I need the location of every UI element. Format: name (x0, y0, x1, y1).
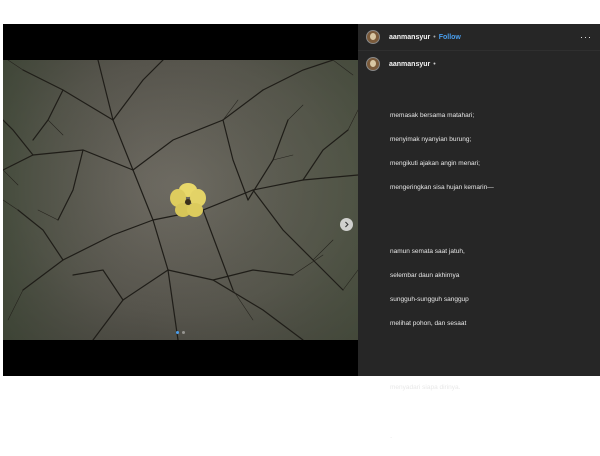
caption-avatar[interactable] (366, 57, 380, 71)
media-viewer (3, 24, 358, 376)
header-separator: • (433, 33, 436, 41)
caption-header: aanmansyur • (358, 51, 600, 71)
chevron-right-icon (345, 221, 349, 228)
caption-stanza-2: namun semata saat jatuh, selembar daun a… (390, 232, 494, 344)
post-modal: aanmansyur • Follow ··· aanmansyur • mem… (3, 24, 600, 440)
caption-line: mengikuti ajakan angin menari; (390, 160, 480, 167)
post-header: aanmansyur • Follow ··· (358, 24, 600, 51)
caption-user-suffix: • (433, 60, 436, 68)
more-icon[interactable]: ··· (580, 32, 592, 42)
carousel-indicator (3, 331, 358, 334)
caption-username[interactable]: aanmansyur (389, 61, 430, 68)
caption-line: sungguh-sungguh sanggup (390, 296, 469, 303)
caption-end-mark: . (390, 431, 393, 440)
post-side-panel: aanmansyur • Follow ··· aanmansyur • mem… (358, 24, 600, 440)
caption-line: menyadari siapa dirinya. (390, 384, 461, 391)
caption-line: memasak bersama matahari; (390, 112, 475, 119)
caption-line: melihat pohon, dan sesaat (390, 320, 467, 327)
post-photo[interactable] (3, 60, 358, 340)
caption-stanza-3: menyadari siapa dirinya. (390, 368, 494, 408)
caption-stanza-1: memasak bersama matahari; menyimak nyany… (390, 96, 494, 208)
caption-line: mengeringkan sisa hujan kemarin— (390, 184, 494, 191)
carousel-dot-active (176, 331, 179, 334)
caption-line: menyimak nyanyian burung; (390, 136, 472, 143)
avatar[interactable] (366, 30, 380, 44)
caption-line: namun semata saat jatuh, (390, 248, 465, 255)
caption-line: selembar daun akhirnya (390, 272, 460, 279)
header-username[interactable]: aanmansyur (389, 34, 430, 41)
next-slide-button[interactable] (340, 218, 353, 231)
follow-button[interactable]: Follow (439, 34, 461, 41)
carousel-dot (182, 331, 185, 334)
